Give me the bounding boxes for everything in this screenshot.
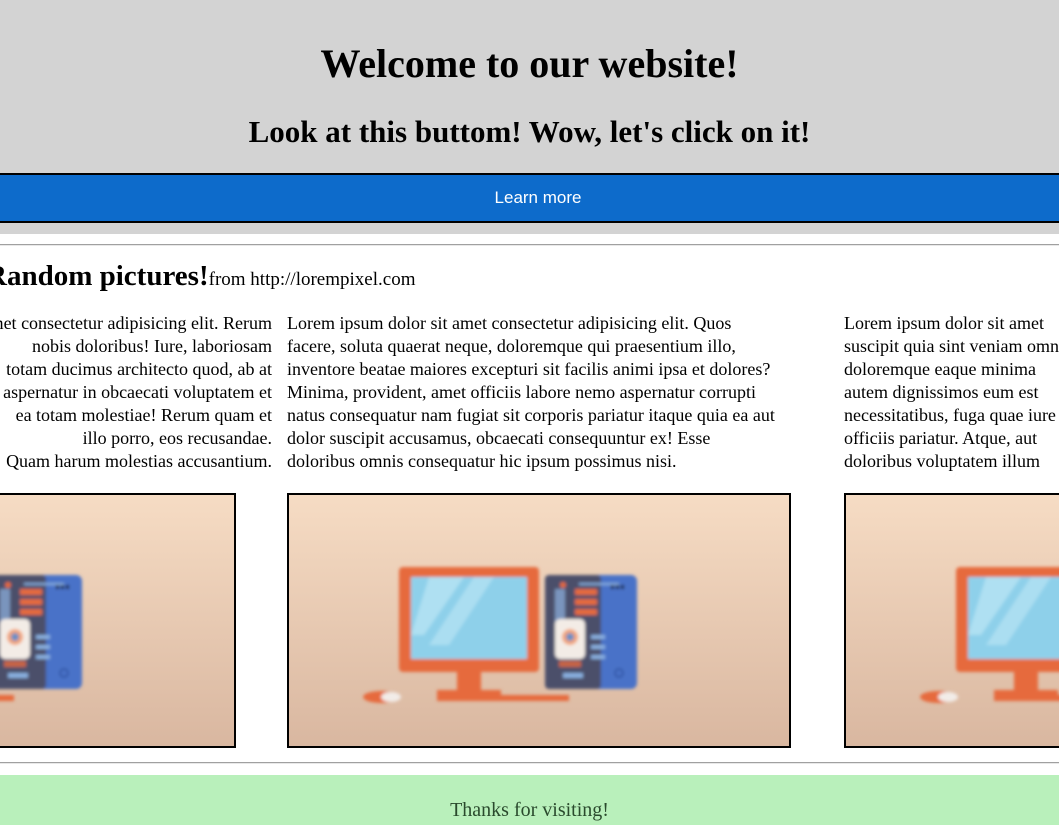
computer-illustration-image xyxy=(844,493,1059,748)
column-3-line: autem dignissimos eum est xyxy=(844,382,1039,402)
column-1-line: nobis doloribus! Iure, laboriosam xyxy=(32,336,272,356)
column-3-line: Lorem ipsum dolor sit amet xyxy=(844,313,1044,333)
column-1-line: Lorem ipsum dolor sit amet consectetur a… xyxy=(0,313,272,333)
page: Welcome to our website! Look at this but… xyxy=(0,0,1059,825)
divider-bottom xyxy=(0,762,1059,764)
column-2-text: Lorem ipsum dolor sit amet consectetur a… xyxy=(287,312,835,473)
page-title: Welcome to our website! xyxy=(320,41,739,86)
column-1-line: ea totam molestiae! Rerum quam et xyxy=(15,405,272,425)
column-3-line: necessitatibus, fuga quae iure xyxy=(844,405,1056,425)
column-2-line: facere, soluta quaerat neque, doloremque… xyxy=(287,336,736,356)
column-3-line: officiis pariatur. Atque, aut xyxy=(844,428,1038,448)
column-1-text: Lorem ipsum dolor sit amet consectetur a… xyxy=(0,312,272,473)
column-3-line: doloremque eaque minima xyxy=(844,359,1036,379)
learn-more-button[interactable]: Learn more xyxy=(0,173,1059,223)
computer-illustration-image xyxy=(0,493,236,748)
section-source: from http://lorempixel.com xyxy=(208,269,416,290)
section-title: Random pictures! xyxy=(0,260,209,292)
column-2-line: Lorem ipsum dolor sit amet consectetur a… xyxy=(287,313,732,333)
footer-text: Thanks for visiting! xyxy=(450,799,609,821)
column-2-line: Minima, provident, amet officiis labore … xyxy=(287,382,757,402)
section-heading: Random pictures!from http://lorempixel.c… xyxy=(0,258,415,299)
column-2-line: dolor suscipit accusamus, obcaecati cons… xyxy=(287,428,711,448)
page-subtitle: Look at this buttom! Wow, let's click on… xyxy=(248,114,811,149)
column-1-line: totam ducimus architecto quod, ab at xyxy=(6,359,272,379)
column-1-line: aspernatur in obcaecati voluptatem et xyxy=(3,382,272,402)
column-1-line: illo porro, eos recusandae. xyxy=(82,428,272,448)
column-1-line: Quam harum molestias accusantium. xyxy=(6,451,272,471)
column-2-line: doloribus omnis consequatur hic ipsum po… xyxy=(287,451,677,471)
column-3-line: suscipit quia sint veniam omnis xyxy=(844,336,1059,356)
column-3-line: doloribus voluptatem illum xyxy=(844,451,1040,471)
divider-top xyxy=(0,244,1059,246)
column-2-line: inventore beatae maiores excepturi sit f… xyxy=(287,359,771,379)
column-3-text: Lorem ipsum dolor sit amet suscipit quia… xyxy=(844,312,1059,473)
footer: Thanks for visiting! xyxy=(0,775,1059,825)
column-2-line: natus consequatur nam fugiat sit corpori… xyxy=(287,405,775,425)
computer-illustration-image xyxy=(287,493,791,748)
header: Welcome to our website! Look at this but… xyxy=(0,0,1059,234)
